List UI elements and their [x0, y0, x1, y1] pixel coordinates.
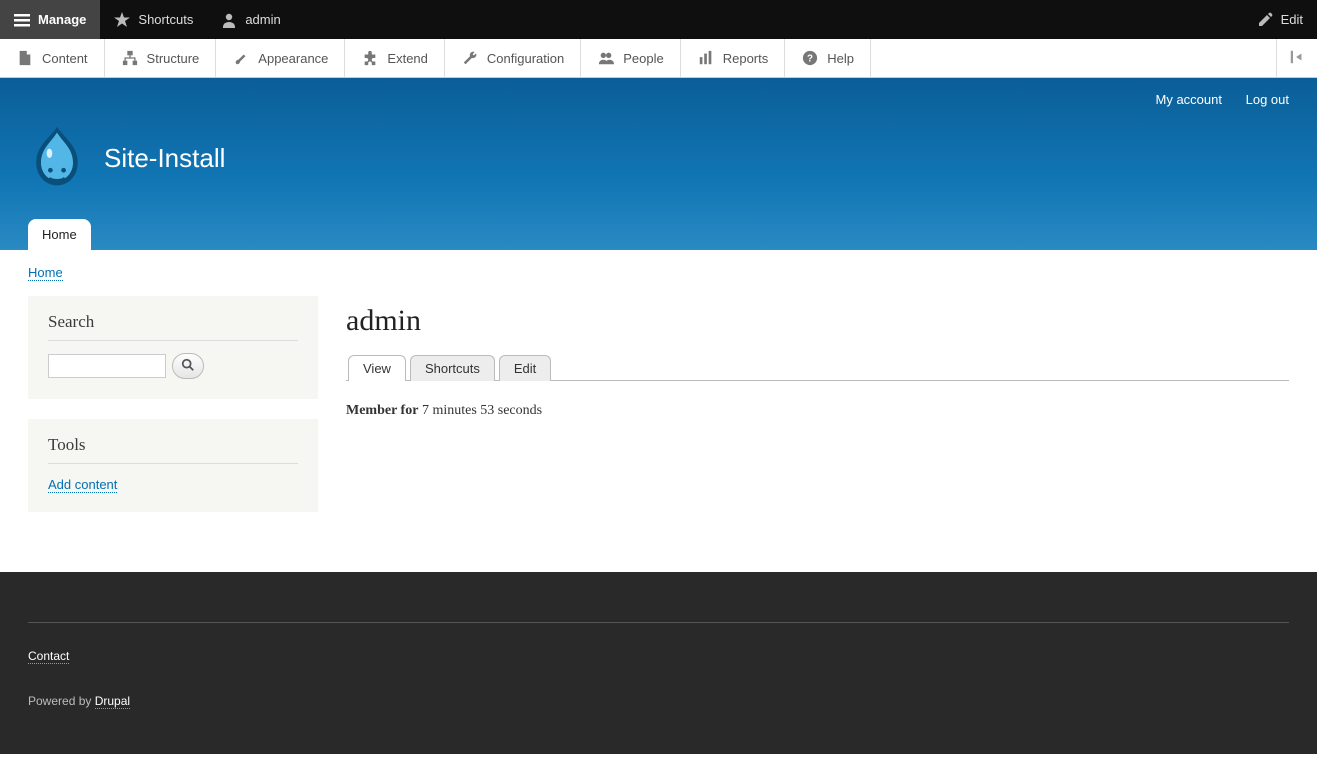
toolbar-shortcuts-label: Shortcuts — [138, 12, 193, 27]
search-input[interactable] — [48, 354, 166, 378]
branding: Site-Install — [28, 107, 1289, 219]
admin-menu: Content Structure Appearance Extend Conf… — [0, 39, 1317, 78]
my-account-link[interactable]: My account — [1156, 92, 1222, 107]
pencil-icon — [1257, 12, 1273, 28]
menu-reports-label: Reports — [723, 51, 769, 66]
user-icon — [221, 12, 237, 28]
toolbar-shortcuts[interactable]: Shortcuts — [100, 0, 207, 39]
toolbar-user[interactable]: admin — [207, 0, 294, 39]
people-icon — [597, 49, 615, 67]
menu-people[interactable]: People — [581, 39, 680, 77]
nav-home[interactable]: Home — [28, 219, 91, 250]
admin-toolbar: Manage Shortcuts admin Edit — [0, 0, 1317, 39]
menu-content[interactable]: Content — [0, 39, 105, 77]
menu-structure[interactable]: Structure — [105, 39, 217, 77]
tab-view[interactable]: View — [348, 355, 406, 381]
user-links: My account Log out — [28, 78, 1289, 107]
primary-nav: Home — [28, 219, 1289, 250]
footer-contact-link[interactable]: Contact — [28, 649, 69, 664]
tools-block-title: Tools — [48, 435, 298, 464]
site-header: My account Log out Site-Install Home — [0, 78, 1317, 250]
page-title: admin — [346, 304, 1289, 338]
wrench-icon — [461, 49, 479, 67]
powered-by-prefix: Powered by — [28, 694, 95, 708]
powered-by-link[interactable]: Drupal — [95, 694, 130, 709]
document-icon — [16, 49, 34, 67]
search-block-title: Search — [48, 312, 298, 341]
star-icon — [114, 12, 130, 28]
member-for-value: 7 minutes 53 seconds — [422, 403, 542, 418]
search-button[interactable] — [172, 353, 204, 379]
menu-extend-label: Extend — [387, 51, 427, 66]
menu-appearance[interactable]: Appearance — [216, 39, 345, 77]
toolbar-user-label: admin — [245, 12, 280, 27]
tab-edit[interactable]: Edit — [499, 355, 551, 381]
search-icon — [181, 358, 195, 375]
menu-content-label: Content — [42, 51, 88, 66]
hierarchy-icon — [121, 49, 139, 67]
toolbar-edit-label: Edit — [1281, 12, 1303, 27]
menu-configuration-label: Configuration — [487, 51, 564, 66]
breadcrumb-home[interactable]: Home — [28, 265, 63, 281]
tools-block: Tools Add content — [28, 419, 318, 512]
menu-appearance-label: Appearance — [258, 51, 328, 66]
site-name[interactable]: Site-Install — [104, 143, 225, 174]
footer: Contact Powered by Drupal — [0, 572, 1317, 754]
toolbar-manage[interactable]: Manage — [0, 0, 100, 39]
powered-by: Powered by Drupal — [28, 694, 1289, 708]
member-for: Member for 7 minutes 53 seconds — [346, 403, 1289, 419]
toolbar-spacer — [295, 0, 1243, 39]
svg-text:?: ? — [807, 54, 813, 65]
drupal-logo-icon — [28, 125, 86, 191]
sidebar: Search Tools Add content — [28, 296, 318, 532]
tab-shortcuts[interactable]: Shortcuts — [410, 355, 495, 381]
menu-structure-label: Structure — [147, 51, 200, 66]
paintbrush-icon — [232, 49, 250, 67]
help-icon: ? — [801, 49, 819, 67]
menu-help[interactable]: ? Help — [785, 39, 871, 77]
menu-reports[interactable]: Reports — [681, 39, 786, 77]
bar-chart-icon — [697, 49, 715, 67]
footer-divider — [28, 622, 1289, 623]
main-content: admin View Shortcuts Edit Member for 7 m… — [346, 296, 1289, 532]
menu-help-label: Help — [827, 51, 854, 66]
logout-link[interactable]: Log out — [1246, 92, 1289, 107]
menu-extend[interactable]: Extend — [345, 39, 444, 77]
page-body: Search Tools Add content admin View Shor… — [0, 280, 1317, 572]
toolbar-edit[interactable]: Edit — [1243, 0, 1317, 39]
menu-orientation-toggle[interactable] — [1276, 39, 1317, 77]
member-for-label: Member for — [346, 403, 418, 418]
search-block: Search — [28, 296, 318, 399]
menu-people-label: People — [623, 51, 663, 66]
add-content-link[interactable]: Add content — [48, 477, 117, 493]
breadcrumb: Home — [0, 250, 1317, 280]
toolbar-manage-label: Manage — [38, 12, 86, 27]
collapse-left-icon — [1289, 49, 1305, 68]
hamburger-icon — [14, 12, 30, 28]
menu-configuration[interactable]: Configuration — [445, 39, 581, 77]
puzzle-icon — [361, 49, 379, 67]
local-tabs: View Shortcuts Edit — [346, 354, 1289, 381]
